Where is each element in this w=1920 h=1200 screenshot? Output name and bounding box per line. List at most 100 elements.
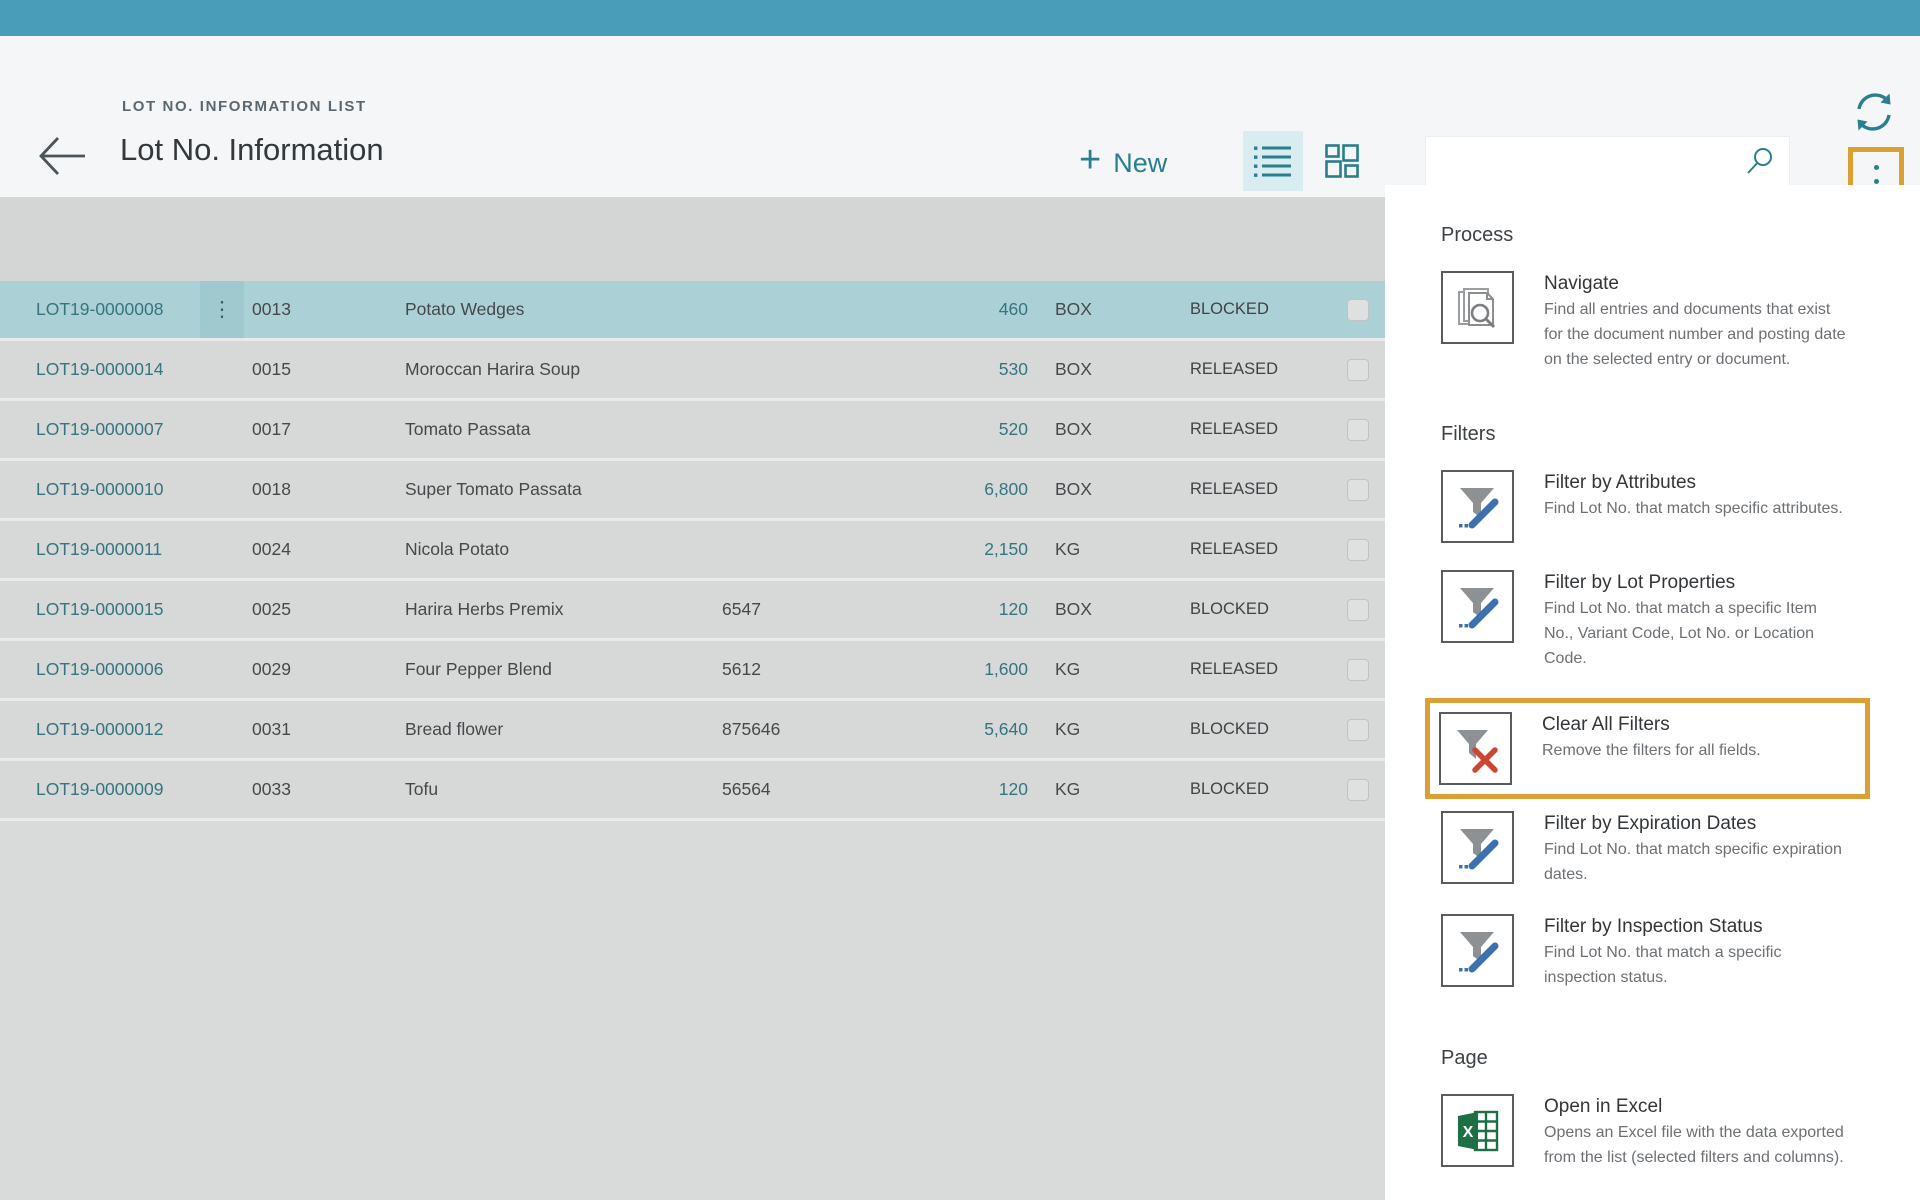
variant-code-cell: 6547	[722, 581, 761, 638]
filter-icon	[1454, 583, 1502, 631]
lot-no-link[interactable]: LOT19-0000010	[36, 461, 163, 518]
lot-no-link[interactable]: LOT19-0000009	[36, 761, 163, 818]
lot-no-link[interactable]: LOT19-0000008	[36, 281, 163, 338]
menu-section-items: Navigate Find all entries and documents …	[1441, 271, 1892, 372]
clear-filter-icon	[1452, 725, 1500, 773]
blocked-checkbox[interactable]	[1347, 479, 1369, 501]
blocked-checkbox[interactable]	[1347, 299, 1369, 321]
search-box	[1425, 136, 1790, 186]
base-unit-cell: BOX	[1055, 281, 1092, 338]
tiles-view-icon	[1325, 144, 1359, 178]
table-row[interactable]: LOT19-0000011 ⋮ 0024 Nicola Potato 2,150…	[0, 521, 1385, 581]
menu-item-desc: Find Lot No. that match a specific inspe…	[1544, 940, 1849, 990]
inventory-link[interactable]: 460	[880, 281, 1028, 338]
table-row[interactable]: LOT19-0000012 ⋮ 0031 Bread flower 875646…	[0, 701, 1385, 761]
blocked-checkbox[interactable]	[1347, 539, 1369, 561]
new-button-label: New	[1113, 148, 1167, 179]
item-no-cell: 0017	[252, 401, 291, 458]
menu-item-clear-all-filters[interactable]: Clear All Filters Remove the filters for…	[1425, 698, 1870, 799]
inventory-link[interactable]: 2,150	[880, 521, 1028, 578]
menu-section: Process Navigate Find all entries and do…	[1441, 223, 1892, 372]
filter-icon	[1454, 824, 1502, 872]
base-unit-cell: BOX	[1055, 341, 1092, 398]
table-rows: LOT19-0000008 ⋮ 0013 Potato Wedges 460 B…	[0, 281, 1385, 821]
inventory-link[interactable]: 120	[880, 761, 1028, 818]
refresh-button[interactable]	[1850, 88, 1898, 136]
description-cell: Nicola Potato	[405, 521, 509, 578]
lot-no-link[interactable]: LOT19-0000012	[36, 701, 163, 758]
base-unit-cell: BOX	[1055, 401, 1092, 458]
menu-item-filter-by-attributes[interactable]: Filter by Attributes Find Lot No. that m…	[1441, 470, 1892, 543]
inventory-link[interactable]: 6,800	[880, 461, 1028, 518]
lot-no-link[interactable]: LOT19-0000015	[36, 581, 163, 638]
inspection-status-cell: RELEASED	[1190, 461, 1278, 518]
inventory-link[interactable]: 120	[880, 581, 1028, 638]
back-button[interactable]	[36, 134, 88, 180]
base-unit-cell: KG	[1055, 641, 1080, 698]
menu-item-icon-box	[1439, 712, 1512, 785]
app-header: LOT NO. INFORMATION LIST Lot No. Informa…	[0, 36, 1920, 197]
inspection-status-cell: BLOCKED	[1190, 761, 1269, 818]
menu-section-items: Filter by Attributes Find Lot No. that m…	[1441, 470, 1892, 990]
table-row[interactable]: LOT19-0000007 ⋮ 0017 Tomato Passata 520 …	[0, 401, 1385, 461]
item-no-cell: 0013	[252, 281, 291, 338]
lot-no-link[interactable]: LOT19-0000014	[36, 341, 163, 398]
blocked-checkbox[interactable]	[1347, 359, 1369, 381]
table-row[interactable]: LOT19-0000010 ⋮ 0018 Super Tomato Passat…	[0, 461, 1385, 521]
table-row[interactable]: LOT19-0000015 ⋮ 0025 Harira Herbs Premix…	[0, 581, 1385, 641]
menu-item-open-in-excel[interactable]: X Open in Excel Opens an Excel file with…	[1441, 1094, 1892, 1170]
menu-item-filter-by-inspection-status[interactable]: Filter by Inspection Status Find Lot No.…	[1441, 914, 1892, 990]
top-bar	[0, 0, 1920, 36]
inventory-link[interactable]: 1,600	[880, 641, 1028, 698]
blocked-checkbox[interactable]	[1347, 779, 1369, 801]
inspection-status-cell: RELEASED	[1190, 401, 1278, 458]
menu-item-filter-by-lot-properties[interactable]: Filter by Lot Properties Find Lot No. th…	[1441, 570, 1892, 671]
menu-item-title: Filter by Expiration Dates	[1544, 811, 1849, 837]
table-row[interactable]: LOT19-0000009 ⋮ 0033 Tofu 56564 120 KG B…	[0, 761, 1385, 821]
page-caption: LOT NO. INFORMATION LIST	[122, 98, 367, 115]
vertical-ellipsis-icon: ⋮	[212, 299, 233, 320]
menu-item-icon-box	[1441, 811, 1514, 884]
table-row[interactable]: LOT19-0000008 ⋮ 0013 Potato Wedges 460 B…	[0, 281, 1385, 341]
inventory-link[interactable]: 520	[880, 401, 1028, 458]
row-options-button[interactable]: ⋮	[200, 281, 244, 338]
inventory-link[interactable]: 5,640	[880, 701, 1028, 758]
search-input[interactable]	[1426, 137, 1745, 185]
new-button[interactable]: + New	[1073, 140, 1173, 186]
blocked-checkbox[interactable]	[1347, 719, 1369, 741]
description-cell: Moroccan Harira Soup	[405, 341, 580, 398]
list-view-button[interactable]	[1243, 131, 1303, 191]
menu-item-title: Filter by Attributes	[1544, 470, 1849, 496]
context-menu-panel: Process Navigate Find all entries and do…	[1385, 185, 1920, 1200]
inventory-link[interactable]: 530	[880, 341, 1028, 398]
inspection-status-cell: BLOCKED	[1190, 701, 1269, 758]
variant-code-cell: 5612	[722, 641, 761, 698]
table-header: LOT NO. ITEM NO. DESCRIPTION VARIANT COD…	[0, 197, 1385, 281]
context-menu-sections: Process Navigate Find all entries and do…	[1441, 223, 1892, 1170]
menu-item-icon-box: X	[1441, 1094, 1514, 1167]
lot-no-link[interactable]: LOT19-0000011	[36, 521, 162, 578]
inspection-status-cell: RELEASED	[1190, 341, 1278, 398]
blocked-checkbox[interactable]	[1347, 659, 1369, 681]
base-unit-cell: KG	[1055, 761, 1080, 818]
lot-no-link[interactable]: LOT19-0000006	[36, 641, 163, 698]
table-row[interactable]: LOT19-0000014 ⋮ 0015 Moroccan Harira Sou…	[0, 341, 1385, 401]
menu-item-icon-box	[1441, 271, 1514, 344]
menu-item-navigate[interactable]: Navigate Find all entries and documents …	[1441, 271, 1892, 372]
menu-item-desc: Find all entries and documents that exis…	[1544, 297, 1849, 372]
menu-item-desc: Opens an Excel file with the data export…	[1544, 1120, 1849, 1170]
item-no-cell: 0031	[252, 701, 291, 758]
blocked-checkbox[interactable]	[1347, 599, 1369, 621]
variant-code-cell: 56564	[722, 761, 771, 818]
base-unit-cell: BOX	[1055, 461, 1092, 518]
blocked-checkbox[interactable]	[1347, 419, 1369, 441]
excel-icon: X	[1454, 1107, 1502, 1155]
base-unit-cell: KG	[1055, 521, 1080, 578]
lot-no-link[interactable]: LOT19-0000007	[36, 401, 163, 458]
menu-item-filter-by-expiration-dates[interactable]: Filter by Expiration Dates Find Lot No. …	[1441, 811, 1892, 887]
tiles-view-button[interactable]	[1312, 131, 1372, 191]
menu-item-text: Navigate Find all entries and documents …	[1544, 271, 1849, 372]
menu-item-text: Filter by Attributes Find Lot No. that m…	[1544, 470, 1849, 543]
inspection-status-cell: BLOCKED	[1190, 281, 1269, 338]
table-row[interactable]: LOT19-0000006 ⋮ 0029 Four Pepper Blend 5…	[0, 641, 1385, 701]
